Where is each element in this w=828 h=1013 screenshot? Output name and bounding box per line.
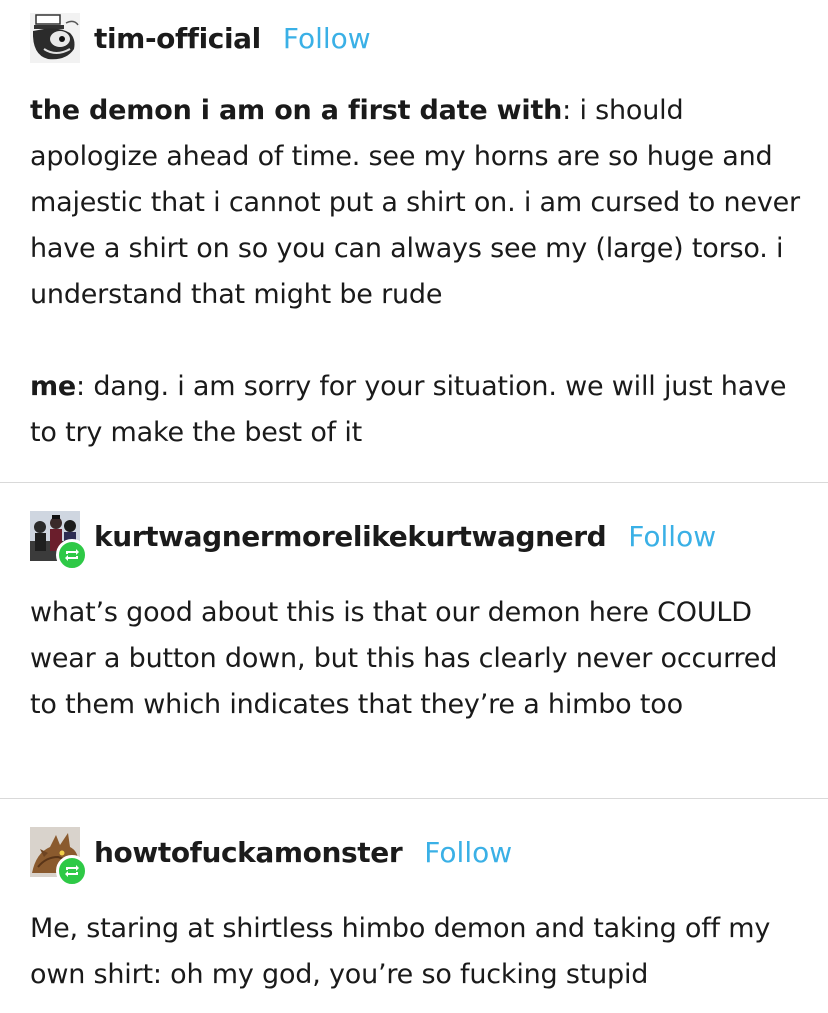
follow-button[interactable]: Follow: [628, 520, 716, 553]
reblog-badge: [56, 855, 88, 887]
username[interactable]: tim-official: [94, 22, 261, 55]
sketched-face-avatar-icon: [30, 13, 80, 63]
avatar[interactable]: [30, 13, 80, 63]
post-divider: [0, 798, 828, 799]
post-body: the demon i am on a first date with: i s…: [30, 88, 810, 456]
username[interactable]: howtofuckamonster: [94, 836, 403, 869]
username[interactable]: kurtwagnermorelikekurtwagnerd: [94, 520, 607, 553]
post-divider: [0, 482, 828, 483]
dialogue-line: the demon i am on a first date with: i s…: [30, 88, 810, 318]
post-text: what’s good about this is that our demon…: [30, 597, 778, 720]
avatar[interactable]: [30, 827, 88, 887]
dialogue-line: me: dang. i am sorry for your situation.…: [30, 364, 810, 456]
post-header: kurtwagnermorelikekurtwagnerd Follow: [30, 510, 716, 571]
speaker-label: me: [30, 371, 77, 402]
reblog-badge: [56, 539, 88, 571]
reblog-icon: [65, 865, 79, 877]
avatar[interactable]: [30, 511, 88, 571]
post-body: Me, staring at shirtless himbo demon and…: [30, 906, 810, 998]
post-text: Me, staring at shirtless himbo demon and…: [30, 913, 771, 990]
post-header: tim-official Follow: [30, 12, 371, 64]
post-body: what’s good about this is that our demon…: [30, 590, 810, 728]
dialogue-text: : dang. i am sorry for your situation. w…: [30, 371, 787, 448]
follow-button[interactable]: Follow: [424, 836, 512, 869]
dialogue-text: : i should apologize ahead of time. see …: [30, 95, 800, 310]
reblog-icon: [65, 549, 79, 561]
follow-button[interactable]: Follow: [283, 22, 371, 55]
post-header: howtofuckamonster Follow: [30, 826, 512, 887]
speaker-label: the demon i am on a first date with: [30, 95, 563, 126]
